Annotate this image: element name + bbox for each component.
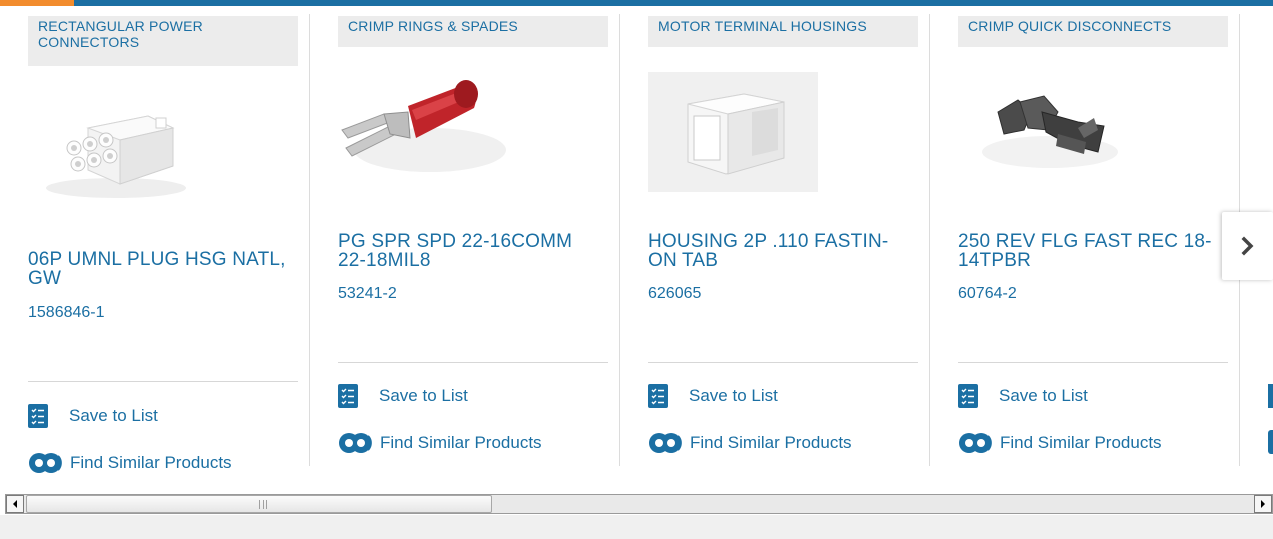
find-similar-label: Find Similar Products — [1000, 433, 1162, 452]
product-name[interactable]: 06P UMNL PLUG HSG NATL, GW — [28, 250, 288, 288]
save-to-list-label: Save to List — [689, 386, 778, 405]
part-number[interactable]: 626065 — [648, 285, 701, 303]
triangle-right-icon — [1261, 500, 1265, 508]
save-to-list-label: Save to List — [379, 386, 468, 405]
product-name[interactable]: HOUSING 2P .110 FASTIN-ON TAB — [648, 232, 908, 270]
gear-pair-icon — [958, 430, 992, 456]
category-label[interactable]: CRIMP RINGS & SPADES — [338, 16, 608, 47]
find-similar-label: Find Similar Products — [690, 433, 852, 452]
card-divider — [338, 362, 608, 363]
checklist-icon — [1268, 384, 1273, 408]
category-label[interactable]: RECTANGULAR POWER CONNECTORS — [28, 16, 298, 66]
card-divider — [958, 362, 1228, 363]
scroll-left-arrow[interactable] — [6, 495, 24, 513]
part-number[interactable]: 1586846-1 — [28, 304, 105, 322]
find-similar-label: Find Similar Products — [70, 453, 232, 472]
part-number[interactable]: 53241-2 — [338, 285, 397, 303]
checklist-icon — [648, 384, 668, 408]
crimp-spade-image[interactable] — [338, 72, 508, 192]
product-name[interactable]: 250 REV FLG FAST REC 18-14TPBR — [958, 232, 1218, 270]
gear-pair-icon — [648, 430, 682, 456]
checklist-icon — [28, 404, 48, 428]
save-to-list-label: Save to List — [999, 386, 1088, 405]
terminal-housing-image[interactable] — [648, 72, 818, 192]
card-divider — [28, 381, 298, 382]
scrollbar-thumb[interactable] — [26, 495, 492, 513]
chevron-right-icon — [1241, 236, 1253, 256]
find-similar-label: Find Similar Products — [380, 433, 542, 452]
product-card: CRIMP RINGS & SPADES PG SPR SPD 22-16COM… — [310, 6, 620, 466]
category-label[interactable]: MOTOR TERMINAL HOUSINGS — [648, 16, 918, 47]
product-carousel: RECTANGULAR POWER CONNECTORS 06P UMNL PL… — [0, 6, 1273, 490]
gear-pair-icon — [338, 430, 372, 456]
horizontal-scrollbar[interactable] — [5, 494, 1273, 514]
carousel-track: RECTANGULAR POWER CONNECTORS 06P UMNL PL… — [0, 6, 1273, 490]
gear-pair-icon — [1268, 430, 1273, 454]
find-similar-button[interactable]: Find Similar Products — [338, 430, 542, 456]
quick-disconnect-image[interactable] — [958, 72, 1128, 192]
save-to-list-button[interactable]: Save to List — [958, 384, 1088, 408]
product-card: RECTANGULAR POWER CONNECTORS 06P UMNL PL… — [0, 6, 310, 473]
save-to-list-button[interactable]: Save to List — [338, 384, 468, 408]
carousel-next-button[interactable] — [1222, 212, 1273, 280]
triangle-left-icon — [13, 500, 17, 508]
rectangular-connector-image[interactable] — [28, 88, 198, 208]
part-number[interactable]: 60764-2 — [958, 285, 1017, 303]
save-to-list-label: Save to List — [69, 406, 158, 425]
checklist-icon — [338, 384, 358, 408]
find-similar-button[interactable]: Find Similar Products — [958, 430, 1162, 456]
find-similar-button[interactable]: Find Similar Products — [28, 450, 232, 476]
save-to-list-button[interactable]: Save to List — [28, 404, 158, 428]
card-divider — [648, 362, 918, 363]
page-footer-area — [0, 515, 1273, 539]
product-name[interactable]: PG SPR SPD 22-16COMM 22-18MIL8 — [338, 232, 598, 270]
category-label[interactable]: CRIMP QUICK DISCONNECTS — [958, 16, 1228, 47]
scrollbar-grip — [259, 500, 267, 509]
save-to-list-button[interactable]: Save to List — [648, 384, 778, 408]
product-card: MOTOR TERMINAL HOUSINGS HOUSING 2P .110 … — [620, 6, 930, 466]
gear-pair-icon — [28, 450, 62, 476]
checklist-icon — [958, 384, 978, 408]
product-card: CRIMP QUICK DISCONNECTS 250 REV FLG FAST… — [930, 6, 1240, 466]
scroll-right-arrow[interactable] — [1254, 495, 1272, 513]
find-similar-button[interactable]: Find Similar Products — [648, 430, 852, 456]
